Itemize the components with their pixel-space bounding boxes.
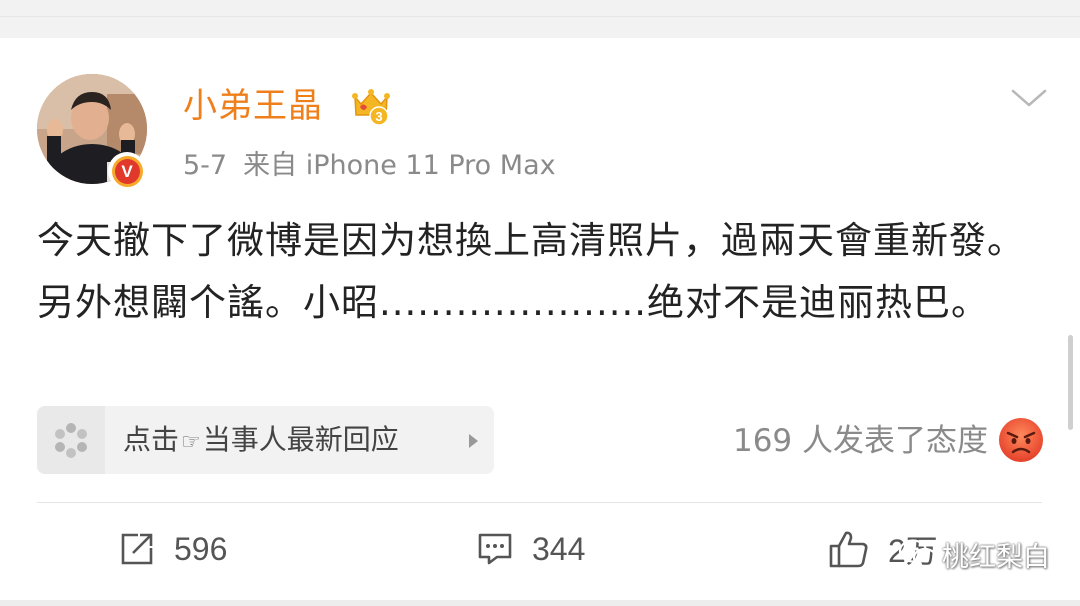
chevron-right-icon (469, 434, 478, 448)
username[interactable]: 小弟王晶 (183, 82, 323, 130)
comment-icon (478, 533, 512, 565)
bottom-separator (0, 600, 1080, 606)
verify-badge-ring: V (111, 155, 143, 187)
comment-button[interactable]: 344 (476, 520, 585, 578)
divider (37, 502, 1042, 503)
attitude-count[interactable]: 169 人发表了态度 (733, 418, 988, 464)
watermark: 桃红梨白 (898, 528, 1050, 580)
wechat-icon (898, 539, 938, 569)
response-label-text: 当事人最新回应 (202, 423, 399, 456)
post-meta: 5-7 来自 iPhone 11 Pro Max (183, 146, 556, 186)
post-text: 今天撤下了微博是因为想換上高清照片，過兩天會重新發。另外想闢个謠。小昭.....… (37, 219, 1025, 324)
vip-level-number: 3 (375, 109, 382, 124)
post-source: 来自 iPhone 11 Pro Max (243, 150, 556, 181)
repost-count: 596 (174, 530, 228, 567)
top-separator (0, 0, 1080, 38)
response-icon-box (37, 406, 105, 474)
post-date: 5-7 (183, 150, 228, 181)
scrollbar[interactable] (1068, 335, 1073, 430)
angry-face-icon[interactable] (998, 417, 1044, 463)
latest-response-link[interactable]: 点击☞当事人最新回应 (37, 406, 494, 474)
like-icon (829, 531, 868, 568)
pointing-hand-icon: ☞ (181, 430, 201, 455)
vip-crown-icon[interactable]: 3 (350, 87, 392, 127)
verified-badge: V (108, 152, 146, 190)
comment-count: 344 (532, 530, 586, 567)
separator-line (0, 16, 1080, 17)
verify-v-icon: V (114, 158, 140, 184)
response-label: 点击☞当事人最新回应 (123, 406, 399, 477)
repost-icon (121, 533, 153, 565)
response-sparkle-icon (55, 423, 87, 458)
chevron-down-icon[interactable] (1010, 85, 1048, 113)
response-label-click: 点击 (123, 423, 180, 456)
watermark-text: 桃红梨白 (942, 541, 1050, 573)
repost-button[interactable]: 596 (118, 520, 227, 578)
